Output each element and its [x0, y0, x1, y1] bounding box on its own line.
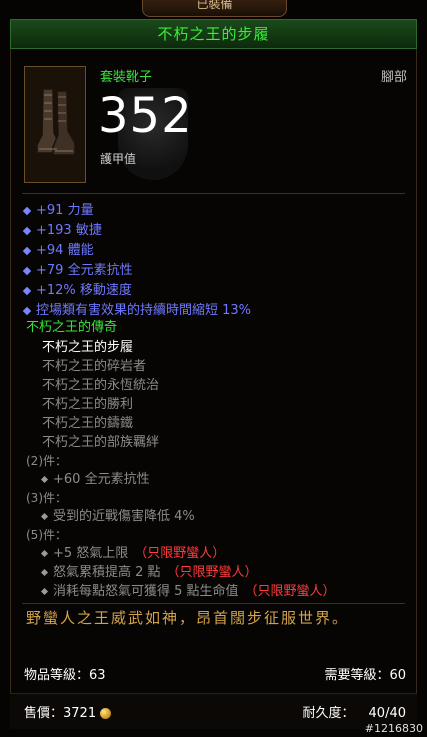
- divider: [22, 193, 405, 194]
- affix-text: +91 力量: [36, 203, 94, 218]
- affix-bullet-icon: [22, 266, 32, 275]
- item-icon-frame: [24, 66, 86, 183]
- set-bonus-header: (3)件：: [26, 491, 67, 505]
- item-level: 物品等級：63: [24, 668, 106, 683]
- watermark: #1216830: [364, 722, 423, 735]
- affix-bullet-icon: [22, 246, 32, 255]
- class-restriction: （只限野蠻人）: [166, 565, 258, 580]
- class-restriction: （只限野蠻人）: [134, 546, 226, 561]
- affix: +12% 移動速度: [22, 281, 251, 301]
- bonus-bullet-icon: [40, 549, 49, 558]
- set-block: 不朽之王的傳奇 不朽之王的步履 不朽之王的碎岩者 不朽之王的永恆統治 不朽之王的…: [26, 318, 336, 601]
- set-bonus-text: 怒氣累積提高 2 點: [53, 565, 161, 580]
- divider: [22, 603, 405, 604]
- set-bonus: 怒氣累積提高 2 點 （只限野蠻人）: [26, 563, 336, 582]
- affix-text: +79 全元素抗性: [36, 263, 133, 278]
- set-piece: 不朽之王的步履: [42, 340, 134, 355]
- set-bonus: +5 怒氣上限 （只限野蠻人）: [26, 544, 336, 563]
- affix: +193 敏捷: [22, 221, 251, 241]
- armor-label: 護甲值: [100, 152, 137, 166]
- flavor-text: 野蠻人之王威武如神，昂首闊步征服世界。: [26, 609, 350, 627]
- set-bonus-text: +60 全元素抗性: [53, 472, 150, 487]
- item-slot: 腳部: [380, 70, 407, 85]
- item-tooltip: 已裝備 不朽之王的步履 套裝靴子 腳部 352 護甲值 +91 力量 +193 …: [0, 0, 427, 737]
- set-bonus: 消耗每點怒氣可獲得 5 點生命值 （只限野蠻人）: [26, 582, 336, 601]
- durability-label: 耐久度：: [302, 706, 355, 721]
- item-title-bar: 不朽之王的步履: [10, 19, 417, 49]
- level-row: 物品等級：63 需要等級：60: [24, 664, 406, 683]
- affix-text: +12% 移動速度: [36, 283, 132, 298]
- set-bonus-header: (5)件：: [26, 528, 67, 542]
- affix: +79 全元素抗性: [22, 261, 251, 281]
- set-piece: 不朽之王的永恆統治: [42, 378, 160, 393]
- set-bonus-text: +5 怒氣上限: [53, 546, 129, 561]
- set-piece: 不朽之王的部族羈絆: [42, 435, 160, 450]
- set-piece: 不朽之王的鑄鐵: [42, 416, 134, 431]
- bonus-bullet-icon: [40, 568, 49, 577]
- set-bonus: 受到的近戰傷害降低 4%: [26, 507, 336, 526]
- required-level: 需要等級：60: [324, 668, 406, 683]
- bonus-bullet-icon: [40, 587, 49, 596]
- affix-list: +91 力量 +193 敏捷 +94 體能 +79 全元素抗性 +12% 移動速…: [22, 201, 252, 321]
- armor-value: 352: [98, 88, 193, 144]
- bonus-bullet-icon: [40, 475, 49, 484]
- affix-text: +94 體能: [36, 243, 94, 258]
- set-name: 不朽之王的傳奇: [26, 320, 118, 335]
- item-name: 不朽之王的步履: [157, 25, 270, 43]
- durability-value: 40/40: [368, 706, 406, 721]
- set-bonus-text: 消耗每點怒氣可獲得 5 點生命值: [53, 584, 239, 599]
- affix-text: 控場類有害效果的持續時間縮短 13%: [36, 303, 252, 318]
- set-bonus-header: (2)件：: [26, 454, 67, 468]
- boots-icon: [36, 88, 76, 156]
- sell-row: 售價：3721 耐久度： 40/40: [24, 702, 406, 721]
- affix-bullet-icon: [22, 286, 32, 295]
- affix-bullet-icon: [22, 306, 32, 315]
- set-piece: 不朽之王的勝利: [42, 397, 134, 412]
- item-type: 套裝靴子: [100, 70, 153, 85]
- class-restriction: （只限野蠻人）: [244, 584, 336, 599]
- set-bonus-text: 受到的近戰傷害降低 4%: [53, 509, 195, 524]
- affix-text: +193 敏捷: [36, 223, 102, 238]
- affix: +94 體能: [22, 241, 251, 261]
- affix-bullet-icon: [22, 206, 32, 215]
- gold-coin-icon: [100, 708, 112, 719]
- sell-price: 售價：3721: [24, 706, 97, 721]
- equipped-tab: 已裝備: [142, 0, 287, 17]
- durability: 耐久度： 40/40: [303, 702, 406, 721]
- set-piece: 不朽之王的碎岩者: [42, 359, 147, 374]
- affix-bullet-icon: [22, 226, 32, 235]
- set-bonus: +60 全元素抗性: [26, 470, 336, 489]
- bonus-bullet-icon: [40, 512, 49, 521]
- affix: +91 力量: [22, 201, 251, 221]
- equipped-tab-label: 已裝備: [196, 0, 233, 11]
